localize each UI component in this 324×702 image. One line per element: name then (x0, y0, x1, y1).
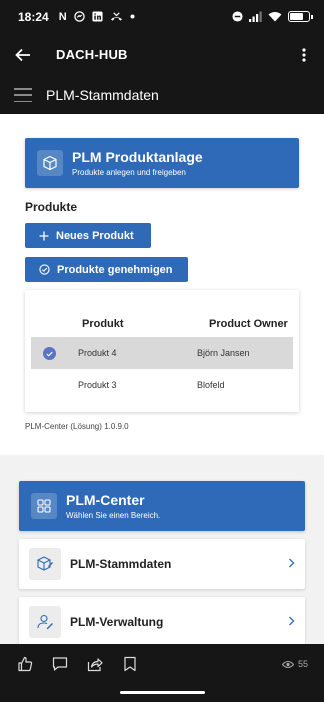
plm-center-subtitle: Wählen Sie einen Bereich. (66, 511, 161, 520)
owner-cell: Björn Jansen (197, 348, 250, 358)
do-not-disturb-icon (232, 11, 243, 22)
new-product-button[interactable]: Neues Produkt (25, 223, 151, 248)
grid-icon (31, 493, 57, 519)
plm-center-title: PLM-Center (66, 492, 145, 508)
owner-cell: Blofeld (197, 380, 225, 390)
new-product-label: Neues Produkt (56, 229, 134, 242)
comment-icon (52, 657, 68, 671)
product-banner: PLM Produktanlage Produkte anlegen und f… (25, 138, 299, 188)
bookmark-button[interactable] (121, 655, 139, 673)
check-circle-icon (39, 264, 50, 275)
table-header: Produkt Product Owner (25, 310, 299, 337)
home-indicator[interactable] (120, 691, 205, 694)
battery-icon (288, 11, 313, 22)
table-row[interactable]: Produkt 3 Blofeld (31, 369, 293, 401)
product-banner-subtitle: Produkte anlegen und freigeben (72, 168, 186, 177)
status-time: 18:24 (18, 9, 49, 24)
chevron-right-icon (288, 557, 295, 571)
hamburger-menu-icon[interactable] (14, 88, 32, 102)
more-vertical-icon (302, 47, 306, 62)
app-title: DACH-HUB (56, 47, 128, 62)
page-content: PLM Produktanlage Produkte anlegen und f… (0, 114, 324, 644)
share-button[interactable] (86, 655, 104, 673)
nav-card-plm-verwaltung[interactable]: PLM-Verwaltung (19, 597, 305, 644)
approve-products-label: Produkte genehmigen (57, 263, 173, 276)
views-counter: 55 (281, 659, 308, 669)
products-title: Produkte (25, 200, 78, 214)
column-header-product[interactable]: Produkt (82, 318, 124, 330)
arrow-left-icon (15, 48, 30, 61)
linkedin-icon (92, 11, 103, 22)
bottom-action-bar: 55 (0, 644, 324, 684)
signal-icon (249, 11, 262, 22)
plus-icon (39, 231, 49, 241)
eye-icon (281, 660, 294, 668)
nav-card-label: PLM-Verwaltung (70, 615, 164, 629)
missed-call-icon (110, 12, 122, 21)
status-bar: 18:24 N (0, 0, 324, 33)
like-button[interactable] (16, 655, 34, 673)
site-header: PLM-Stammdaten (0, 76, 324, 114)
box-pencil-icon (29, 548, 61, 580)
product-cell: Produkt 3 (78, 380, 117, 390)
product-section: PLM Produktanlage Produkte anlegen und f… (0, 114, 324, 455)
nav-card-label: PLM-Stammdaten (70, 557, 172, 571)
plm-center-section: PLM-Center Wählen Sie einen Bereich. PLM… (0, 455, 324, 644)
more-options-button[interactable] (296, 45, 312, 65)
system-icons (232, 11, 313, 22)
products-table: Produkt Product Owner Produkt 4 Björn Ja… (25, 290, 299, 412)
netflix-n-icon: N (58, 10, 67, 23)
product-banner-title: PLM Produktanlage (72, 149, 203, 165)
back-button[interactable] (12, 44, 34, 66)
solution-version: PLM-Center (Lösung) 1.0.9.0 (25, 422, 129, 431)
table-row[interactable]: Produkt 4 Björn Jansen (31, 337, 293, 369)
messenger-icon (73, 11, 85, 22)
box-icon (37, 150, 63, 176)
share-icon (87, 658, 103, 672)
user-edit-icon (29, 606, 61, 638)
gesture-bar (0, 684, 324, 702)
nav-card-plm-stammdaten[interactable]: PLM-Stammdaten (19, 539, 305, 589)
views-count: 55 (297, 659, 308, 669)
app-bar: DACH-HUB (0, 33, 324, 76)
wifi-icon (268, 12, 282, 22)
column-header-owner[interactable]: Product Owner (209, 318, 299, 330)
bookmark-icon (124, 656, 136, 672)
site-title[interactable]: PLM-Stammdaten (46, 87, 159, 103)
thumbs-up-icon (18, 656, 33, 672)
approve-products-button[interactable]: Produkte genehmigen (25, 257, 188, 282)
chevron-right-icon (288, 615, 295, 629)
row-selected-check-icon[interactable] (43, 347, 56, 360)
comment-button[interactable] (51, 655, 69, 673)
dot-icon (130, 14, 135, 19)
product-cell: Produkt 4 (78, 348, 117, 358)
notification-icons: N (59, 11, 135, 23)
plm-center-banner: PLM-Center Wählen Sie einen Bereich. (19, 481, 305, 531)
